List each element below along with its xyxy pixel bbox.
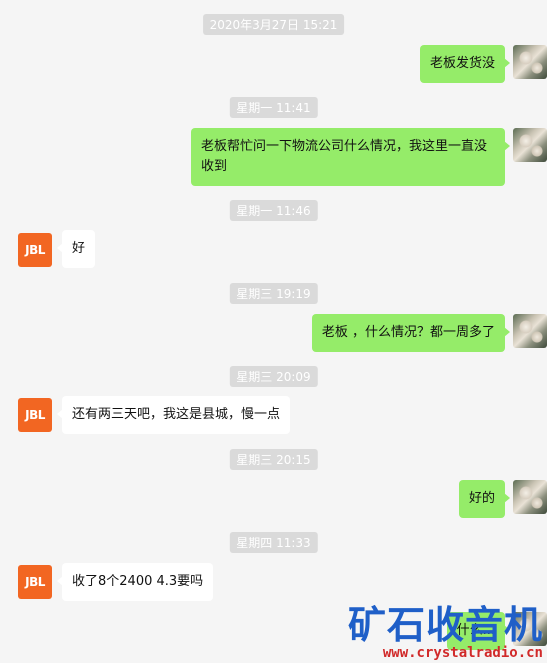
timestamp: 星期四 11:33	[229, 532, 318, 553]
message-bubble-outgoing[interactable]: 老板 ，什么情况？都一周多了	[311, 314, 511, 352]
timestamp: 星期一 11:46	[229, 200, 318, 221]
timestamp: 星期三 19:19	[229, 283, 318, 304]
message-bubble-outgoing[interactable]: 什么...	[446, 612, 511, 650]
my-avatar[interactable]	[513, 612, 547, 646]
timestamp: 星期一 11:41	[229, 97, 318, 118]
timestamp: 2020年3月27日 15:21	[202, 14, 345, 35]
watermark-url: www.crystalradio.cn	[382, 645, 543, 661]
message-bubble-incoming[interactable]: 收了8个2400 4.3要吗	[56, 563, 214, 601]
jbl-contact-avatar[interactable]: JBL	[18, 398, 52, 432]
jbl-contact-avatar[interactable]: JBL	[18, 233, 52, 267]
timestamp: 星期三 20:15	[229, 449, 318, 470]
my-avatar[interactable]	[513, 128, 547, 162]
jbl-contact-avatar[interactable]: JBL	[18, 565, 52, 599]
message-bubble-outgoing[interactable]: 老板发货没	[419, 45, 511, 83]
message-bubble-outgoing[interactable]: 好的	[458, 480, 511, 518]
my-avatar[interactable]	[513, 314, 547, 348]
message-bubble-incoming[interactable]: 好	[56, 230, 96, 268]
message-bubble-incoming[interactable]: 还有两三天吧，我这是县城，慢一点	[56, 396, 291, 434]
my-avatar[interactable]	[513, 480, 547, 514]
message-bubble-outgoing[interactable]: 老板帮忙问一下物流公司什么情况，我这里一直没收到	[191, 128, 510, 186]
timestamp: 星期三 20:09	[229, 366, 318, 387]
my-avatar[interactable]	[513, 45, 547, 79]
